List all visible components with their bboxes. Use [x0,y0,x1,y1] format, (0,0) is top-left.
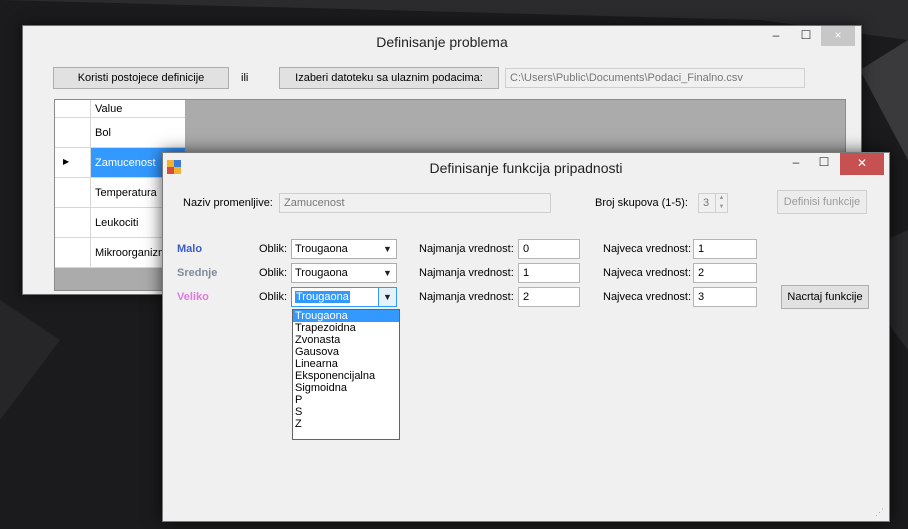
close-button[interactable]: ✕ [840,153,884,175]
chevron-down-icon: ▼ [383,244,392,254]
current-row-arrow-icon: ▶ [63,157,70,166]
set-name: Veliko [177,291,209,303]
column-header-value[interactable]: Value [91,100,185,118]
table-row[interactable]: Bol [55,118,185,148]
resize-grip-icon[interactable]: ⋰ [875,507,885,517]
dropdown-option[interactable]: Sigmoidna [293,382,399,394]
dropdown-option[interactable]: Zvonasta [293,334,399,346]
shape-select-value: Trougaona [295,243,348,255]
shape-select[interactable]: Trougaona ▼ [291,263,397,283]
spinner-arrows-icon[interactable]: ▲ ▼ [715,194,727,212]
min-value-field[interactable]: 2 [518,287,580,307]
min-value-label: Najmanja vrednost: [419,267,514,279]
min-value-label: Najmanja vrednost: [419,291,514,303]
max-value-label: Najveca vrednost: [603,267,692,279]
dropdown-option[interactable]: Z [293,418,399,430]
variable-name-label: Naziv promenljive: [183,197,273,209]
maximize-button[interactable]: ☐ [791,26,821,46]
or-label: ili [241,72,249,84]
dropdown-option[interactable]: Trapezoidna [293,322,399,334]
use-existing-definitions-button[interactable]: Koristi postojece definicije [53,67,229,89]
dropdown-option[interactable]: Eksponencijalna [293,370,399,382]
draw-functions-button[interactable]: Nacrtaj funkcije [781,285,869,309]
minimize-button[interactable]: – [761,26,791,46]
max-value-field[interactable]: 3 [693,287,757,307]
min-value-field[interactable]: 1 [518,263,580,283]
min-value-field[interactable]: 0 [518,239,580,259]
define-functions-button[interactable]: Definisi funkcije [777,190,867,214]
row-header[interactable] [55,238,91,268]
dropdown-option[interactable]: Gausova [293,346,399,358]
dropdown-option[interactable]: Linearna [293,358,399,370]
grid-header-row: Value [55,100,185,118]
choose-input-file-button[interactable]: Izaberi datoteku sa ulaznim podacima: [279,67,499,89]
membership-functions-dialog: Definisanje funkcija pripadnosti – ☐ ✕ N… [162,152,890,522]
row-header[interactable] [55,118,91,148]
set-count-spinner[interactable]: 3 ▲ ▼ [698,193,728,213]
variable-name-field[interactable]: Zamucenost [279,193,551,213]
shape-select-value: Trougaona [295,267,348,279]
chevron-down-icon: ▼ [378,288,396,306]
maximize-button[interactable]: ☐ [809,153,839,173]
chevron-down-icon: ▼ [383,268,392,278]
table-cell[interactable]: Bol [91,118,185,148]
shape-label: Oblik: [259,291,288,303]
shape-dropdown-list: Trougaona Trapezoidna Zvonasta Gausova L… [292,309,400,440]
max-value-label: Najveca vrednost: [603,243,692,255]
max-value-field[interactable]: 2 [693,263,757,283]
row-header[interactable] [55,208,91,238]
shape-select-value: Trougaona [295,291,350,303]
set-count-value: 3 [703,197,710,209]
main-window-title: Definisanje problema [376,34,508,50]
shape-select[interactable]: Trougaona ▼ [291,287,397,307]
max-value-label: Najveca vrednost: [603,291,692,303]
close-button[interactable]: × [821,26,855,46]
shape-label: Oblik: [259,267,288,279]
minimize-button[interactable]: – [781,153,811,173]
row-header[interactable]: ▶ [55,148,91,178]
dropdown-option[interactable]: P [293,394,399,406]
dropdown-option[interactable]: S [293,406,399,418]
dropdown-option[interactable]: Trougaona [293,310,399,322]
file-path-field[interactable]: C:\Users\Public\Documents\Podaci_Finalno… [505,68,805,88]
shape-label: Oblik: [259,243,288,255]
set-name: Malo [177,243,203,255]
set-count-label: Broj skupova (1-5): [595,197,688,209]
grid-corner [55,100,91,118]
min-value-label: Najmanja vrednost: [419,243,514,255]
max-value-field[interactable]: 1 [693,239,757,259]
set-name: Srednje [177,267,218,279]
shape-select[interactable]: Trougaona ▼ [291,239,397,259]
row-header[interactable] [55,178,91,208]
